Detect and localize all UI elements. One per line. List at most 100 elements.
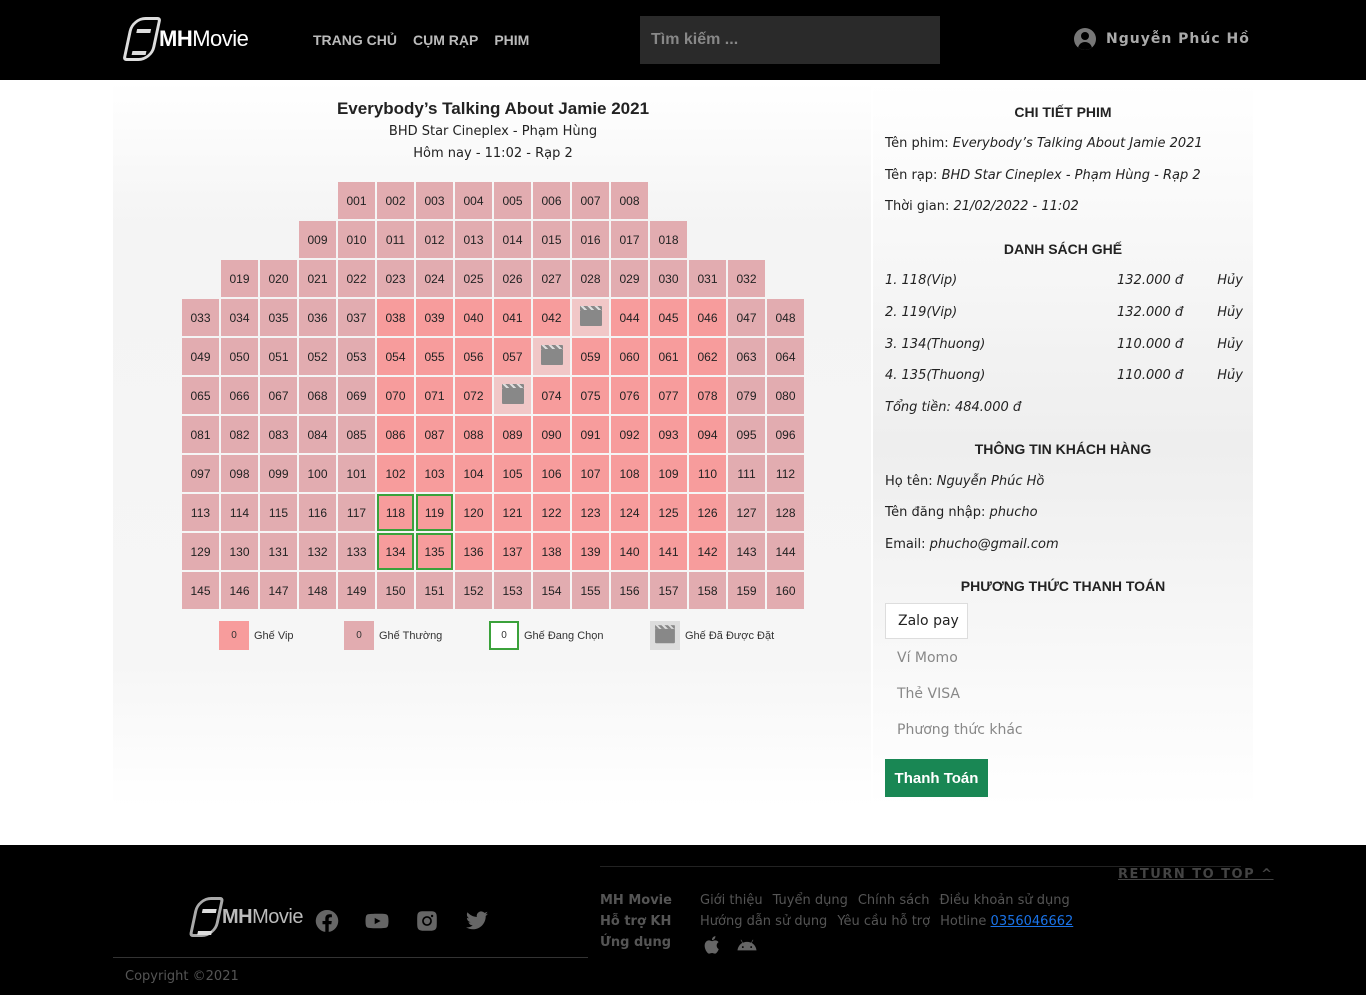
seat[interactable]: 059	[572, 338, 609, 375]
seat[interactable]: 061	[650, 338, 687, 375]
seat[interactable]: 144	[767, 533, 804, 570]
seat[interactable]: 033	[182, 299, 219, 336]
seat[interactable]: 080	[767, 377, 804, 414]
seat[interactable]: 117	[338, 494, 375, 531]
footer-logo[interactable]: MHMovie	[188, 897, 303, 937]
payment-option-visa[interactable]: Thẻ VISA	[885, 686, 960, 702]
seat[interactable]: 138	[533, 533, 570, 570]
seat[interactable]: 148	[299, 572, 336, 609]
seat[interactable]: 107	[572, 455, 609, 492]
seat[interactable]: 131	[260, 533, 297, 570]
seat[interactable]: 156	[611, 572, 648, 609]
seat[interactable]: 039	[416, 299, 453, 336]
footer-link-careers[interactable]: Tuyển dụng	[773, 893, 848, 908]
ticket-cancel-button[interactable]: Hủy	[1217, 273, 1243, 288]
seat[interactable]: 029	[611, 260, 648, 297]
seat[interactable]: 126	[689, 494, 726, 531]
seat[interactable]: 069	[338, 377, 375, 414]
seat[interactable]: 070	[377, 377, 414, 414]
seat[interactable]: 137	[494, 533, 531, 570]
seat[interactable]: 012	[416, 221, 453, 258]
seat[interactable]: 023	[377, 260, 414, 297]
seat[interactable]: 155	[572, 572, 609, 609]
seat[interactable]: 100	[299, 455, 336, 492]
seat[interactable]: 103	[416, 455, 453, 492]
seat[interactable]: 067	[260, 377, 297, 414]
nav-cinemas[interactable]: CỤM RẠP	[413, 32, 478, 48]
seat[interactable]: 123	[572, 494, 609, 531]
seat[interactable]: 044	[611, 299, 648, 336]
seat[interactable]: 052	[299, 338, 336, 375]
twitter-icon[interactable]	[465, 909, 489, 933]
seat[interactable]: 016	[572, 221, 609, 258]
seat[interactable]: 034	[221, 299, 258, 336]
seat[interactable]: 083	[260, 416, 297, 453]
seat[interactable]: 050	[221, 338, 258, 375]
payment-option-momo[interactable]: Ví Momo	[885, 650, 958, 666]
seat[interactable]: 017	[611, 221, 648, 258]
seat[interactable]: 005	[494, 182, 531, 219]
seat[interactable]: 157	[650, 572, 687, 609]
seat[interactable]: 031	[689, 260, 726, 297]
seat[interactable]: 106	[533, 455, 570, 492]
seat[interactable]: 160	[767, 572, 804, 609]
seat[interactable]: 101	[338, 455, 375, 492]
seat[interactable]: 142	[689, 533, 726, 570]
seat[interactable]: 035	[260, 299, 297, 336]
seat[interactable]: 145	[182, 572, 219, 609]
seat[interactable]: 057	[494, 338, 531, 375]
seat[interactable]: 094	[689, 416, 726, 453]
seat[interactable]: 064	[767, 338, 804, 375]
seat[interactable]: 077	[650, 377, 687, 414]
seat[interactable]: 022	[338, 260, 375, 297]
seat[interactable]: 009	[299, 221, 336, 258]
seat[interactable]: 063	[728, 338, 765, 375]
seat[interactable]: 024	[416, 260, 453, 297]
seat[interactable]: 109	[650, 455, 687, 492]
seat[interactable]: 018	[650, 221, 687, 258]
seat[interactable]: 149	[338, 572, 375, 609]
seat[interactable]: 110	[689, 455, 726, 492]
facebook-icon[interactable]	[315, 909, 339, 933]
footer-hotline-number[interactable]: 0356046662	[991, 914, 1074, 929]
seat[interactable]: 078	[689, 377, 726, 414]
seat[interactable]: 019	[221, 260, 258, 297]
seat[interactable]: 001	[338, 182, 375, 219]
seat[interactable]: 098	[221, 455, 258, 492]
payment-option-zalopay[interactable]: Zalo pay	[885, 603, 968, 639]
seat[interactable]: 122	[533, 494, 570, 531]
seat[interactable]: 071	[416, 377, 453, 414]
seat[interactable]: 025	[455, 260, 492, 297]
seat[interactable]: 040	[455, 299, 492, 336]
seat[interactable]: 154	[533, 572, 570, 609]
seat[interactable]: 151	[416, 572, 453, 609]
seat[interactable]: 037	[338, 299, 375, 336]
seat[interactable]: 133	[338, 533, 375, 570]
seat[interactable]: 062	[689, 338, 726, 375]
seat[interactable]: 136	[455, 533, 492, 570]
footer-link-support-request[interactable]: Yêu cầu hỗ trợ	[837, 914, 930, 929]
instagram-icon[interactable]	[415, 909, 439, 933]
seat[interactable]: 011	[377, 221, 414, 258]
return-to-top-link[interactable]: RETURN TO TOP ^	[1118, 867, 1274, 882]
seat[interactable]: 072	[455, 377, 492, 414]
seat[interactable]: 127	[728, 494, 765, 531]
seat[interactable]: 092	[611, 416, 648, 453]
seat[interactable]: 125	[650, 494, 687, 531]
seat[interactable]: 116	[299, 494, 336, 531]
seat[interactable]: 121	[494, 494, 531, 531]
seat[interactable]: 102	[377, 455, 414, 492]
seat[interactable]: 042	[533, 299, 570, 336]
payment-option-other[interactable]: Phương thức khác	[885, 722, 1023, 738]
user-menu[interactable]: Nguyễn Phúc Hồ	[1074, 28, 1250, 50]
seat[interactable]: 036	[299, 299, 336, 336]
seat[interactable]: 089	[494, 416, 531, 453]
android-icon[interactable]	[737, 935, 757, 959]
seat[interactable]: 132	[299, 533, 336, 570]
seat[interactable]: 159	[728, 572, 765, 609]
seat[interactable]: 081	[182, 416, 219, 453]
seat[interactable]: 095	[728, 416, 765, 453]
seat[interactable]: 158	[689, 572, 726, 609]
seat[interactable]: 113	[182, 494, 219, 531]
seat[interactable]: 008	[611, 182, 648, 219]
